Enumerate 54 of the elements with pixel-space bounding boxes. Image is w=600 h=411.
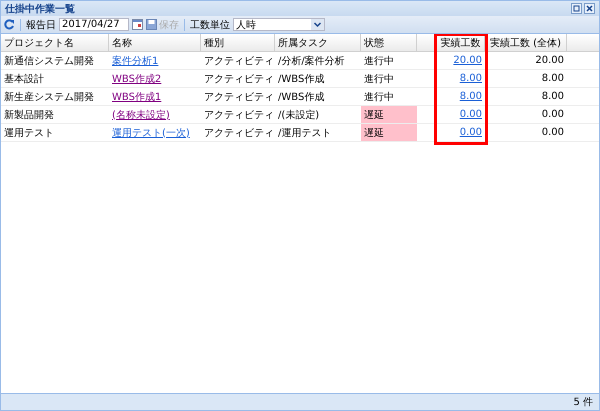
table-cell: 0.00 — [542, 109, 564, 120]
column-header[interactable]: プロジェクト名 — [4, 36, 74, 50]
status-cell-text: 遅延 — [364, 126, 384, 140]
table-cell: 20.00 — [535, 55, 564, 66]
status-cell-text: 進行中 — [364, 72, 394, 86]
status-cell-text: 進行中 — [364, 90, 394, 104]
record-count: 5 件 — [573, 396, 593, 409]
column-header[interactable]: 所属タスク — [278, 36, 328, 50]
table-cell-text: アクティビティ — [204, 126, 274, 140]
date-field[interactable]: 2017/04/27 — [59, 18, 129, 31]
hours-link[interactable]: 0.00 — [460, 127, 482, 138]
table-cell-text: 基本設計 — [4, 72, 44, 86]
hours-link[interactable]: 20.00 — [453, 55, 482, 66]
name-link[interactable]: WBS作成2 — [112, 72, 162, 86]
table-cell-text: アクティビティ — [204, 108, 274, 122]
column-header[interactable]: 名称 — [112, 36, 132, 50]
name-link[interactable]: (名称未設定) — [112, 108, 170, 122]
caret-icon[interactable] — [311, 19, 324, 30]
hours-link[interactable]: 8.00 — [460, 91, 482, 102]
table-cell-text: 新生産システム開発 — [4, 90, 94, 104]
window-title: 仕掛中作業一覧 — [5, 2, 75, 16]
table-cell-text: /運用テスト — [278, 126, 332, 140]
restore-icon[interactable] — [571, 3, 582, 14]
unit-dropdown[interactable]: 人時 — [233, 18, 325, 31]
table-cell-text: /(未設定) — [278, 108, 320, 122]
table-cell-text: /WBS作成 — [278, 72, 324, 86]
table-cell-text: アクティビティ — [204, 54, 274, 68]
table-cell: 0.00 — [542, 127, 564, 138]
calendar-icon[interactable] — [132, 19, 143, 30]
floppy-icon — [146, 19, 157, 30]
column-header[interactable]: 種別 — [204, 36, 224, 50]
status-cell-text: 進行中 — [364, 54, 394, 68]
close-icon[interactable] — [584, 3, 595, 14]
table-cell-text: アクティビティ — [204, 90, 274, 104]
name-link[interactable]: WBS作成1 — [112, 90, 162, 104]
column-header[interactable]: 状態 — [364, 36, 384, 50]
unit-label: 工数単位 — [190, 18, 230, 32]
column-header[interactable]: 実績工数 (全体) — [490, 36, 561, 50]
table-cell-text: /分析/案件分析 — [278, 54, 345, 68]
column-header[interactable]: 実績工数 — [440, 36, 480, 50]
table-cell-text: 新製品開発 — [4, 108, 54, 122]
name-link[interactable]: 案件分析1 — [112, 54, 158, 68]
hours-link[interactable]: 8.00 — [460, 73, 482, 84]
status-cell-text: 遅延 — [364, 108, 384, 122]
name-link[interactable]: 運用テスト(一次) — [112, 126, 190, 140]
table-cell-text: アクティビティ — [204, 72, 274, 86]
table-cell: 8.00 — [542, 91, 564, 102]
date-label: 報告日 — [26, 18, 56, 32]
table-cell: 8.00 — [542, 73, 564, 84]
hours-link[interactable]: 0.00 — [460, 109, 482, 120]
table-cell-text: 運用テスト — [4, 126, 54, 140]
table-cell-text: /WBS作成 — [278, 90, 324, 104]
table-cell-text: 新通信システム開発 — [4, 54, 94, 68]
refresh-icon[interactable] — [4, 19, 15, 30]
